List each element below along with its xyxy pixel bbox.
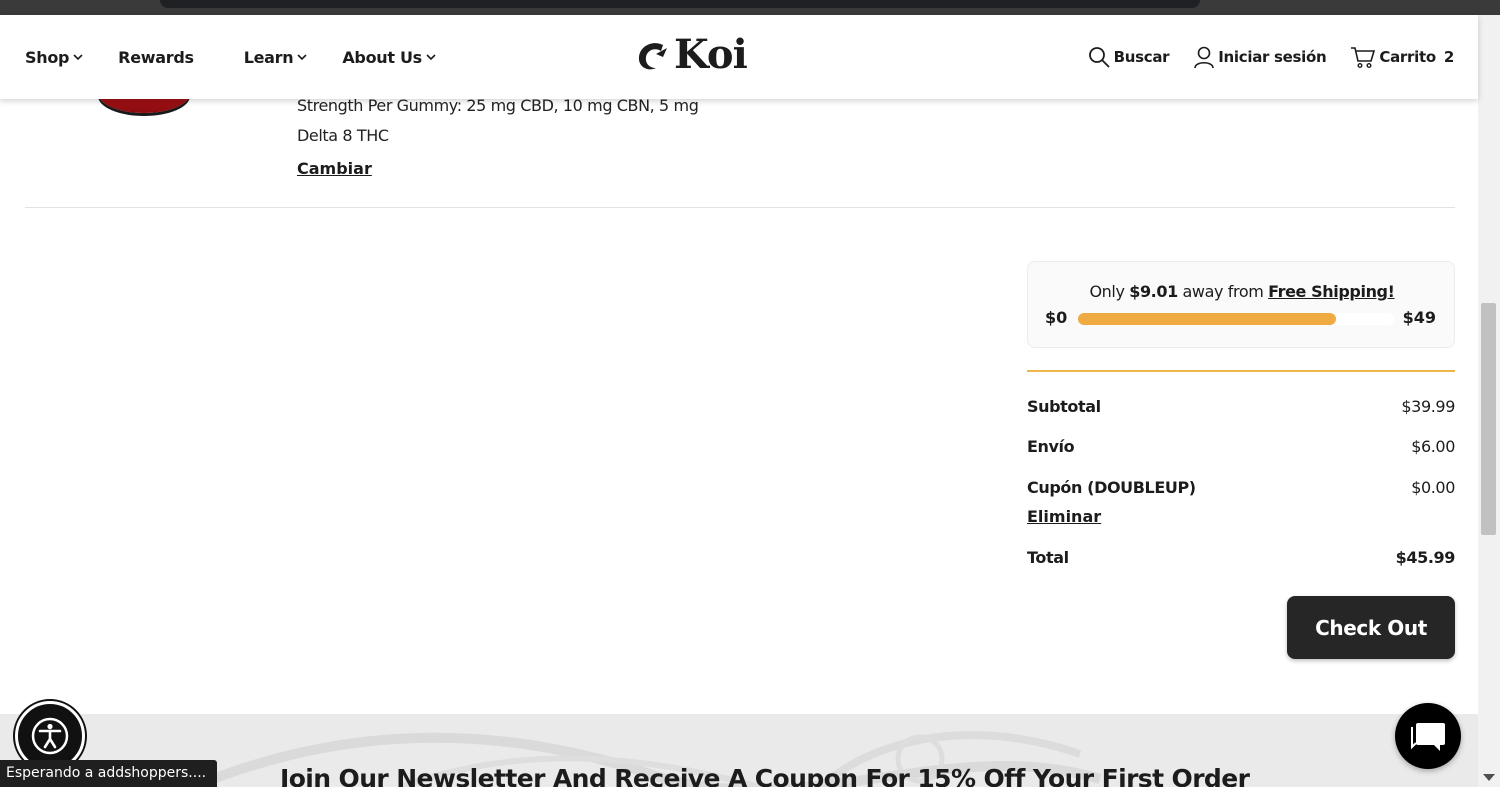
site-header: Shop Rewards Learn About Us Koi Buscar I… — [0, 15, 1478, 99]
scrollbar-thumb[interactable] — [1481, 303, 1496, 535]
login-label: Iniciar sesión — [1218, 48, 1327, 66]
login-button[interactable]: Iniciar sesión — [1193, 45, 1327, 69]
progress-track — [1078, 313, 1394, 325]
nav-label: Rewards — [118, 47, 194, 67]
chevron-down-icon — [426, 54, 436, 61]
cart-icon — [1351, 47, 1376, 69]
nav-label: About Us — [342, 47, 422, 67]
progress-fill — [1078, 313, 1336, 325]
search-button[interactable]: Buscar — [1087, 45, 1170, 69]
search-label: Buscar — [1113, 48, 1170, 66]
divider — [25, 207, 1455, 208]
progress-min-label: $0 — [1045, 308, 1068, 327]
progress-max-label: $49 — [1402, 308, 1436, 327]
coupon-label-close: ) — [1188, 478, 1196, 497]
user-icon — [1194, 46, 1215, 69]
coupon-code: DOUBLEUP — [1094, 478, 1189, 497]
nav-label: Shop — [25, 47, 70, 67]
newsletter-banner: Join Our Newsletter And Receive A Coupon… — [0, 714, 1478, 787]
browser-address-pill — [160, 0, 1200, 8]
free-shipping-progress: Only $9.01 away from Free Shipping! $0 $… — [1027, 261, 1455, 348]
chat-widget-button[interactable] — [1395, 703, 1461, 769]
coupon-value: $0.00 — [1411, 478, 1455, 497]
browser-status-bar: Esperando a addshoppers.... — [0, 760, 217, 787]
shipping-value: $6.00 — [1411, 437, 1455, 456]
search-icon — [1088, 47, 1110, 68]
header-actions: Buscar Iniciar sesión Carrito 2 — [1063, 15, 1454, 99]
summary-divider — [1027, 370, 1455, 372]
change-link[interactable]: Cambiar — [297, 159, 372, 178]
total-label: Total — [1027, 548, 1069, 567]
nav-item-shop[interactable]: Shop — [25, 48, 84, 67]
total-value: $45.99 — [1395, 548, 1456, 567]
shipping-msg-middle: away from — [1177, 282, 1269, 301]
koi-fish-logo-icon — [638, 43, 667, 70]
remove-coupon-link[interactable]: Eliminar — [1027, 507, 1101, 526]
free-shipping-link[interactable]: Free Shipping! — [1268, 282, 1395, 301]
nav-item-rewards[interactable]: Rewards — [118, 48, 194, 67]
subtotal-label: Subtotal — [1027, 397, 1101, 416]
shipping-msg-prefix: Only — [1089, 282, 1130, 301]
cart-button[interactable]: Carrito 2 — [1350, 45, 1454, 69]
free-shipping-message: Only $9.01 away from Free Shipping! — [1028, 282, 1456, 301]
nav-item-about-us[interactable]: About Us — [342, 48, 437, 67]
koi-logo[interactable]: Koi — [636, 31, 748, 78]
cart-count-badge: 2 — [1443, 48, 1454, 66]
chevron-down-icon — [73, 54, 83, 61]
chevron-down-icon — [297, 54, 307, 61]
accessibility-icon — [31, 717, 69, 755]
checkout-button[interactable]: Check Out — [1287, 596, 1455, 659]
chat-icon — [1411, 723, 1445, 751]
browser-top-bar — [0, 0, 1500, 15]
main-nav: Shop Rewards Learn About Us — [25, 15, 471, 99]
subtotal-value: $39.99 — [1401, 397, 1455, 416]
shipping-remaining-amount: $9.01 — [1129, 282, 1178, 301]
coupon-label: Cupón (DOUBLEUP) — [1027, 478, 1196, 497]
logo-text: Koi — [674, 31, 748, 78]
shipping-label: Envío — [1027, 437, 1075, 456]
page-scrollbar[interactable] — [1478, 15, 1500, 787]
scroll-down-arrow[interactable] — [1483, 774, 1495, 781]
coupon-label-text: Cupón ( — [1027, 478, 1095, 497]
product-strength-text: Strength Per Gummy: 25 mg CBD, 10 mg CBN… — [297, 91, 737, 151]
cart-label: Carrito — [1379, 48, 1436, 66]
nav-item-learn[interactable]: Learn — [244, 48, 309, 67]
nav-label: Learn — [243, 47, 294, 67]
newsletter-title: Join Our Newsletter And Receive A Coupon… — [280, 764, 1250, 787]
strength-line-2: Delta 8 THC — [297, 126, 389, 145]
